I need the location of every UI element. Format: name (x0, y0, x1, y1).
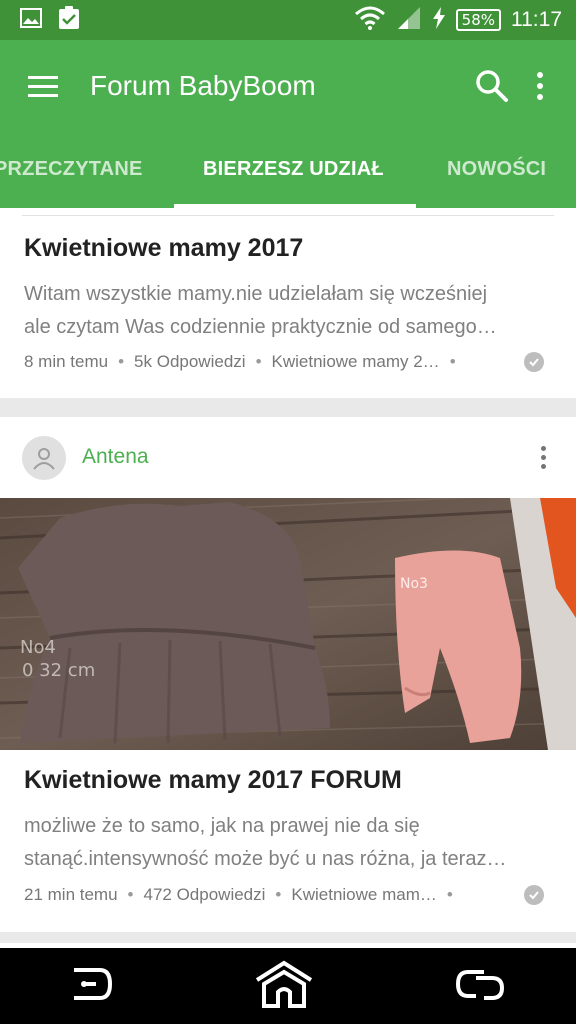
image-icon (20, 8, 42, 32)
post-meta: 8 min temu • 5k Odpowiedzi • Kwietniowe … (24, 352, 544, 372)
more-vert-icon[interactable] (530, 66, 550, 106)
app-title: Forum BabyBoom (90, 70, 316, 101)
post-excerpt: Witam wszystkie mamy.nie udzielałam się … (24, 278, 552, 344)
post-excerpt-line: ale czytam Was codziennie praktycznie od… (24, 316, 497, 338)
post-excerpt: możliwe że to samo, jak na prawej nie da… (24, 810, 552, 876)
baby-clothes-photo: No4 0 32 cm No3 (0, 498, 576, 750)
post-excerpt-line: możliwe że to samo, jak na prawej nie da… (24, 815, 420, 837)
recents-icon[interactable] (454, 966, 506, 1006)
check-circle-icon (524, 885, 544, 905)
search-icon[interactable] (472, 66, 512, 106)
svg-text:0 32 cm: 0 32 cm (22, 660, 95, 681)
post-replies: 5k Odpowiedzi (134, 352, 246, 371)
nav-bar (0, 948, 576, 1024)
svg-text:No3: No3 (400, 576, 428, 592)
post-meta: 21 min temu • 472 Odpowiedzi • Kwietniow… (24, 885, 544, 905)
battery-level: 58% (455, 9, 501, 31)
post-title[interactable]: Kwietniowe mamy 2017 FORUM (24, 766, 402, 795)
clipboard-check-icon (58, 6, 80, 34)
post-time: 8 min temu (24, 352, 109, 371)
menu-icon[interactable] (28, 68, 64, 104)
svg-text:No4: No4 (20, 637, 56, 658)
wifi-icon (354, 6, 386, 35)
tab-nowosci[interactable]: NOWOŚCI (447, 158, 546, 181)
signal-icon (396, 6, 422, 35)
check-circle-icon (524, 352, 544, 372)
post-replies: 472 Odpowiedzi (143, 885, 266, 904)
post-time: 21 min temu (24, 885, 118, 904)
post-more-icon[interactable] (536, 442, 550, 472)
charging-icon (432, 6, 446, 34)
post-forum[interactable]: Kwietniowe mam… (291, 885, 437, 905)
tab-bar: PRZECZYTANE BIERZESZ UDZIAŁ NOWOŚCI (0, 132, 576, 208)
avatar[interactable] (22, 436, 66, 480)
card-divider (22, 208, 554, 216)
post-image[interactable]: No4 0 32 cm No3 (0, 498, 576, 750)
post-excerpt-line: Witam wszystkie mamy.nie udzielałam się … (24, 283, 488, 305)
post-forum[interactable]: Kwietniowe mamy 2… (272, 352, 440, 372)
post-list[interactable]: Kwietniowe mamy 2017 Witam wszystkie mam… (0, 208, 576, 948)
post-title[interactable]: Kwietniowe mamy 2017 (24, 234, 303, 263)
post-author[interactable]: Antena (82, 445, 149, 469)
tab-przeczytane[interactable]: PRZECZYTANE (0, 158, 143, 181)
status-bar: 58% 11:17 (0, 0, 576, 40)
status-time: 11:17 (511, 8, 562, 31)
post-card[interactable]: Kwietniowe mamy 2017 Witam wszystkie mam… (0, 208, 576, 398)
back-icon[interactable] (70, 966, 114, 1006)
post-excerpt-line: stanąć.intensywność może być u nas różna… (24, 848, 507, 870)
app-bar: Forum BabyBoom (0, 40, 576, 132)
tab-bierzesz-udzial[interactable]: BIERZESZ UDZIAŁ (203, 158, 384, 181)
home-icon[interactable] (253, 960, 315, 1012)
